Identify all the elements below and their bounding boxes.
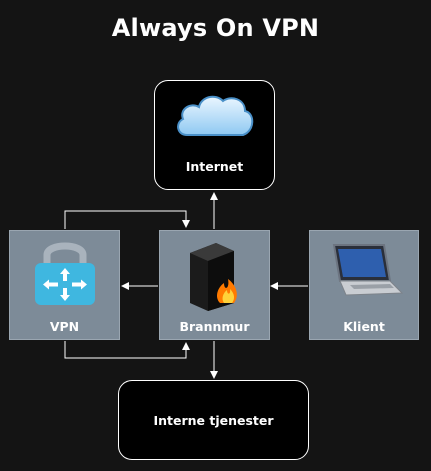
vpn-lock-icon <box>35 242 95 305</box>
internet-label: Internet <box>185 159 244 174</box>
vpn-node: VPN <box>9 230 120 340</box>
arrow-vpn-loop-top <box>64 210 190 229</box>
firewall-node: Brannmur <box>159 230 270 340</box>
diagram-canvas: Always On VPN Internet VPN Brannmur Klie… <box>0 0 431 471</box>
internal-services-label: Interne tjenester <box>153 413 274 428</box>
client-node: Klient <box>309 230 419 340</box>
cloud-icon <box>177 95 254 136</box>
laptop-icon <box>332 244 404 296</box>
client-label: Klient <box>343 319 385 334</box>
firewall-icon <box>190 243 237 311</box>
internal-services-node: Interne tjenester <box>118 380 309 460</box>
vpn-label: VPN <box>49 319 80 334</box>
arrow-vpn-loop-bottom <box>64 341 190 359</box>
internet-node: Internet <box>154 80 275 190</box>
firewall-label: Brannmur <box>179 319 250 334</box>
